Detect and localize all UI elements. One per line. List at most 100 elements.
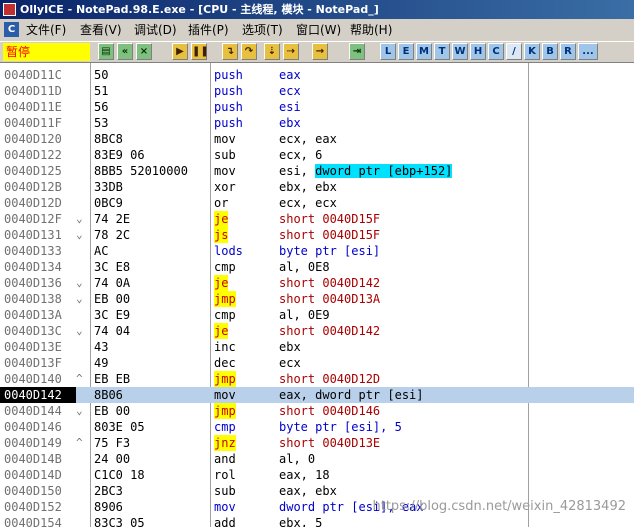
- pause-icon[interactable]: ❚❚: [191, 43, 209, 60]
- disasm-row[interactable]: 0040D144 ⌄ EB 00 jmp short 0040D146: [0, 403, 634, 419]
- cpu-window-button[interactable]: C: [488, 43, 504, 60]
- hex-dump-cell[interactable]: EB 00: [94, 291, 130, 307]
- disasm-row[interactable]: 0040D125 8BB5 52010000 mov esi, dword ptr […: [0, 163, 634, 179]
- address-cell[interactable]: 0040D125: [4, 163, 74, 179]
- hex-dump-cell[interactable]: 53: [94, 115, 108, 131]
- mnemonic-cell[interactable]: js: [214, 227, 229, 243]
- menu-help[interactable]: 帮助(H): [348, 19, 394, 41]
- address-cell[interactable]: 0040D134: [4, 259, 74, 275]
- handles-window-button[interactable]: H: [470, 43, 486, 60]
- hex-dump-cell[interactable]: 74 0A: [94, 275, 130, 291]
- menu-options[interactable]: 选项(T): [240, 19, 285, 41]
- hex-dump-cell[interactable]: 78 2C: [94, 227, 130, 243]
- hex-dump-cell[interactable]: EB EB: [94, 371, 130, 387]
- menu-debug[interactable]: 调试(D): [132, 19, 179, 41]
- trace-over-icon[interactable]: ⇢: [283, 43, 299, 60]
- disasm-row[interactable]: 0040D146 803E 05 cmp byte ptr [esi], 5: [0, 419, 634, 435]
- disasm-row[interactable]: 0040D12F ⌄ 74 2E je short 0040D15F: [0, 211, 634, 227]
- app-icon[interactable]: [3, 3, 16, 16]
- mnemonic-cell[interactable]: push: [214, 99, 243, 115]
- mnemonic-cell[interactable]: je: [214, 211, 229, 227]
- disasm-row[interactable]: 0040D136 ⌄ 74 0A je short 0040D142: [0, 275, 634, 291]
- operands-cell[interactable]: al, 0E8: [279, 259, 330, 275]
- hex-dump-cell[interactable]: 2BC3: [94, 483, 123, 499]
- mnemonic-cell[interactable]: mov: [214, 499, 236, 515]
- step-into-icon[interactable]: ↴: [222, 43, 238, 60]
- disasm-row[interactable]: 0040D131 ⌄ 78 2C js short 0040D15F: [0, 227, 634, 243]
- hex-dump-cell[interactable]: 83E9 06: [94, 147, 145, 163]
- hex-dump-cell[interactable]: 0BC9: [94, 195, 123, 211]
- selected-row[interactable]: 0040D142 8B06 mov eax, dword ptr [esi]: [0, 387, 634, 403]
- operands-cell[interactable]: ecx: [279, 83, 301, 99]
- disasm-row[interactable]: 0040D149 ^ 75 F3 jnz short 0040D13E: [0, 435, 634, 451]
- hex-dump-cell[interactable]: 74 2E: [94, 211, 130, 227]
- go-to-icon[interactable]: ⇥: [349, 43, 365, 60]
- address-cell[interactable]: 0040D144: [4, 403, 74, 419]
- operands-cell[interactable]: short 0040D13A: [279, 291, 380, 307]
- mnemonic-cell[interactable]: cmp: [214, 307, 236, 323]
- close-icon[interactable]: ×: [136, 43, 152, 60]
- hex-dump-cell[interactable]: EB 00: [94, 403, 130, 419]
- operands-cell[interactable]: ebx, 5: [279, 515, 322, 527]
- address-cell[interactable]: 0040D122: [4, 147, 74, 163]
- hex-dump-cell[interactable]: 8906: [94, 499, 123, 515]
- mnemonic-cell[interactable]: je: [214, 275, 229, 291]
- mnemonic-cell[interactable]: lods: [214, 243, 243, 259]
- mnemonic-cell[interactable]: jmp: [214, 291, 236, 307]
- operands-cell[interactable]: short 0040D142: [279, 323, 380, 339]
- hex-dump-cell[interactable]: 33DB: [94, 179, 123, 195]
- mnemonic-cell[interactable]: cmp: [214, 419, 236, 435]
- address-cell[interactable]: 0040D12D: [4, 195, 74, 211]
- address-cell[interactable]: 0040D13F: [4, 355, 74, 371]
- title-bar[interactable]: OllyICE - NotePad.98.E.exe - [CPU - 主线程,…: [0, 0, 634, 19]
- address-cell[interactable]: 0040D12B: [4, 179, 74, 195]
- mnemonic-cell[interactable]: or: [214, 195, 228, 211]
- operands-cell[interactable]: eax, dword ptr [esi]: [279, 387, 424, 403]
- disasm-row[interactable]: 0040D12B 33DB xor ebx, ebx: [0, 179, 634, 195]
- mnemonic-cell[interactable]: push: [214, 115, 243, 131]
- hex-dump-cell[interactable]: C1C0 18: [94, 467, 145, 483]
- hex-dump-cell[interactable]: 43: [94, 339, 108, 355]
- mnemonic-cell[interactable]: cmp: [214, 259, 236, 275]
- call-stack-window-button[interactable]: K: [524, 43, 540, 60]
- operands-cell[interactable]: short 0040D13E: [279, 435, 380, 451]
- mnemonic-cell[interactable]: sub: [214, 147, 236, 163]
- address-cell[interactable]: 0040D131: [4, 227, 74, 243]
- windows-window-button[interactable]: W: [452, 43, 468, 60]
- trace-into-icon[interactable]: ⇣: [264, 43, 280, 60]
- hex-dump-cell[interactable]: 74 04: [94, 323, 130, 339]
- mnemonic-cell[interactable]: add: [214, 515, 236, 527]
- mnemonic-cell[interactable]: push: [214, 83, 243, 99]
- disasm-row[interactable]: 0040D134 3C E8 cmp al, 0E8: [0, 259, 634, 275]
- disasm-row[interactable]: 0040D122 83E9 06 sub ecx, 6: [0, 147, 634, 163]
- operands-cell[interactable]: ebx: [279, 115, 301, 131]
- disasm-row[interactable]: 0040D11E 56 push esi: [0, 99, 634, 115]
- address-cell[interactable]: 0040D11E: [4, 99, 74, 115]
- operands-cell[interactable]: byte ptr [esi], 5: [279, 419, 402, 435]
- disasm-row[interactable]: 0040D11F 53 push ebx: [0, 115, 634, 131]
- address-cell[interactable]: 0040D120: [4, 131, 74, 147]
- mnemonic-cell[interactable]: xor: [214, 179, 236, 195]
- address-cell[interactable]: 0040D149: [4, 435, 74, 451]
- hex-dump-cell[interactable]: 3C E8: [94, 259, 130, 275]
- patches-window-button[interactable]: /: [506, 43, 522, 60]
- disasm-row[interactable]: 0040D13E 43 inc ebx: [0, 339, 634, 355]
- restart-icon[interactable]: «: [117, 43, 133, 60]
- hex-dump-cell[interactable]: 75 F3: [94, 435, 130, 451]
- operands-cell[interactable]: short 0040D15F: [279, 211, 380, 227]
- operands-cell[interactable]: ecx, ecx: [279, 195, 337, 211]
- mnemonic-cell[interactable]: jmp: [214, 403, 236, 419]
- threads-window-button[interactable]: T: [434, 43, 450, 60]
- address-cell[interactable]: 0040D13A: [4, 307, 74, 323]
- operands-cell[interactable]: ebx, ebx: [279, 179, 337, 195]
- open-icon[interactable]: ▤: [98, 43, 114, 60]
- disasm-row[interactable]: 0040D138 ⌄ EB 00 jmp short 0040D13A: [0, 291, 634, 307]
- hex-dump-cell[interactable]: 51: [94, 83, 108, 99]
- operands-cell[interactable]: esi: [279, 99, 301, 115]
- operands-cell[interactable]: ebx: [279, 339, 301, 355]
- address-cell[interactable]: 0040D154: [4, 515, 74, 527]
- disassembly-pane[interactable]: 0040D11C 50 push eax 0040D11D 51 push ecx 0040D1…: [0, 63, 634, 527]
- mnemonic-cell[interactable]: dec: [214, 355, 236, 371]
- hex-dump-cell[interactable]: 3C E9: [94, 307, 130, 323]
- modules-window-button[interactable]: E: [398, 43, 414, 60]
